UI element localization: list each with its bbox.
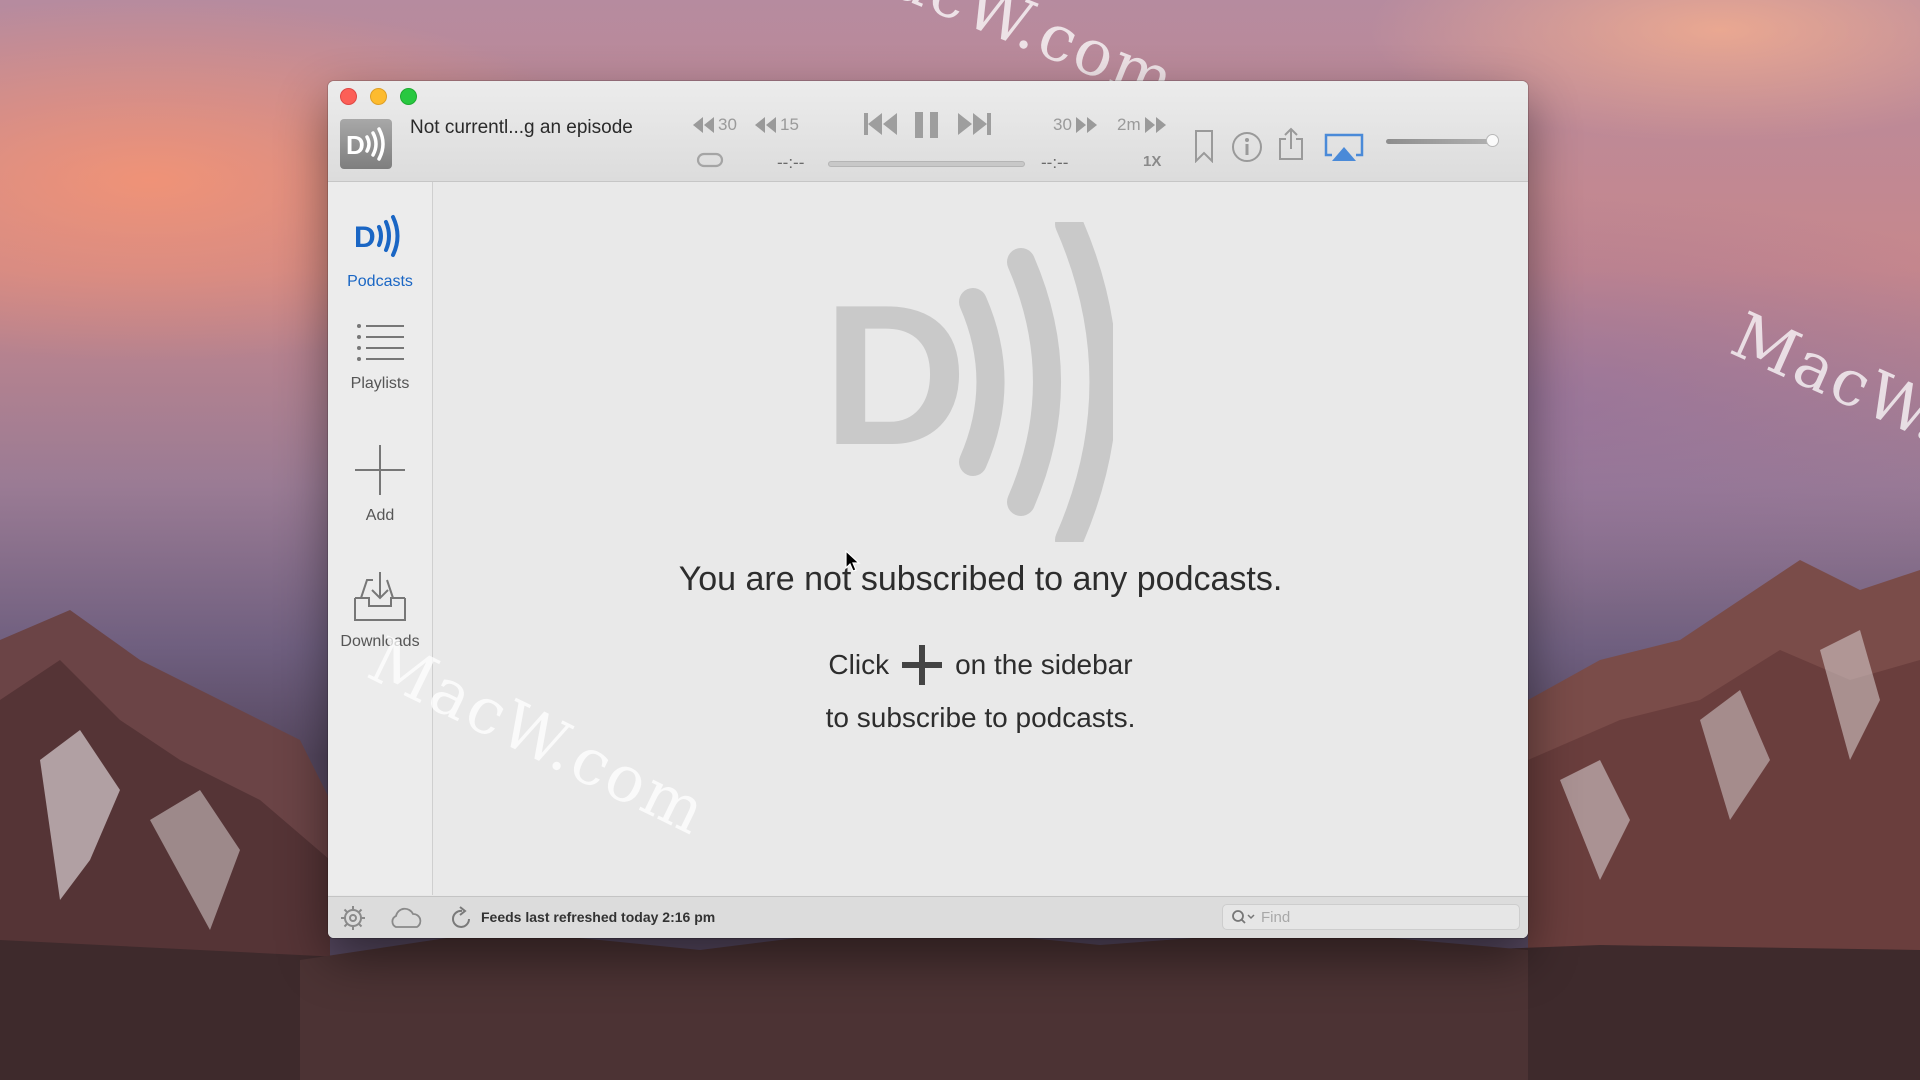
refresh-icon [452, 906, 470, 928]
list-icon [357, 324, 404, 361]
podcasts-logo-icon: D [354, 215, 400, 257]
previous-episode-button[interactable] [864, 112, 898, 136]
rewind-icon [755, 117, 776, 133]
airplay-icon [1324, 133, 1364, 161]
next-track-icon [958, 113, 991, 135]
loop-button[interactable] [695, 151, 725, 169]
close-window-button[interactable] [340, 88, 357, 105]
sidebar-item-label: Playlists [350, 375, 410, 392]
playback-progress-bar[interactable] [828, 161, 1025, 167]
share-button[interactable] [1278, 127, 1304, 161]
skip-back-15-label: 15 [780, 115, 799, 134]
sidebar: D Podcasts Playlists Add Downloads [328, 182, 433, 895]
episode-title: Not currentl...g an episode [410, 117, 633, 138]
bookmark-button[interactable] [1194, 129, 1214, 163]
airplay-button[interactable] [1324, 133, 1364, 163]
fast-forward-icon [1144, 117, 1166, 133]
loop-icon [696, 152, 724, 168]
skip-forward-30-label: 30 [1053, 115, 1072, 134]
plus-icon [355, 445, 405, 495]
empty-state-instruction-line1: Click on the sidebar [433, 644, 1528, 686]
volume-slider[interactable] [1386, 139, 1492, 144]
feeds-refresh-status: Feeds last refreshed today 2:16 pm [481, 909, 716, 925]
volume-slider-knob[interactable] [1486, 134, 1499, 147]
svg-text:D: D [823, 264, 967, 487]
instruction-prefix: Click [828, 649, 890, 680]
settings-button[interactable] [340, 905, 366, 936]
instruction-suffix: on the sidebar [955, 649, 1133, 680]
remaining-time: --:-- [1041, 153, 1069, 172]
podcasts-logo-icon: D [346, 127, 385, 161]
maximize-window-button[interactable] [400, 88, 417, 105]
svg-text:D: D [354, 221, 376, 254]
download-tray-icon [354, 572, 406, 621]
pause-icon [915, 112, 938, 138]
find-field[interactable]: Find [1222, 904, 1520, 930]
cloud-sync-button[interactable] [388, 907, 424, 934]
bookmark-icon [1195, 130, 1213, 163]
sidebar-item-label: Add [365, 507, 395, 524]
sidebar-item-playlists[interactable]: Playlists [328, 322, 432, 393]
playback-speed-button[interactable]: 1X [1143, 153, 1161, 170]
plus-icon [902, 645, 943, 685]
info-button[interactable] [1231, 131, 1263, 163]
sidebar-item-label: Podcasts [347, 273, 413, 290]
share-icon [1279, 127, 1303, 160]
skip-back-30-label: 30 [718, 115, 737, 134]
player-toolbar: D Not currentl...g an episode 30 15 --:-… [328, 81, 1528, 182]
pause-button[interactable] [914, 111, 940, 139]
skip-forward-30-button[interactable]: 30 [1053, 115, 1097, 135]
mouse-cursor-icon [845, 550, 861, 572]
elapsed-time: --:-- [777, 153, 805, 172]
status-bar: Feeds last refreshed today 2:16 pm Find [328, 896, 1528, 938]
skip-forward-2m-label: 2m [1117, 115, 1141, 134]
cloud-icon [391, 907, 422, 928]
app-window: D Not currentl...g an episode 30 15 --:-… [328, 81, 1528, 938]
episode-artwork: D [340, 119, 392, 169]
skip-forward-2m-button[interactable]: 2m [1117, 115, 1166, 135]
rewind-icon [693, 117, 714, 133]
info-icon [1232, 132, 1262, 162]
playback-speed-label: 1X [1143, 153, 1162, 170]
refresh-feeds-button[interactable] [448, 905, 474, 936]
svg-text:D: D [346, 130, 365, 160]
sidebar-item-add[interactable]: Add [328, 444, 432, 525]
fast-forward-icon [1075, 117, 1097, 133]
next-episode-button[interactable] [957, 112, 991, 136]
empty-state-headline: You are not subscribed to any podcasts. [678, 560, 1283, 598]
search-icon [1232, 910, 1255, 924]
find-placeholder: Find [1261, 909, 1291, 926]
sidebar-item-podcasts[interactable]: D Podcasts [328, 210, 432, 291]
gear-icon [341, 906, 365, 930]
previous-track-icon [864, 113, 897, 135]
minimize-window-button[interactable] [370, 88, 387, 105]
skip-back-15-button[interactable]: 15 [755, 115, 799, 135]
podcasts-logo-icon: D [823, 222, 1113, 542]
skip-back-30-button[interactable]: 30 [693, 115, 737, 135]
